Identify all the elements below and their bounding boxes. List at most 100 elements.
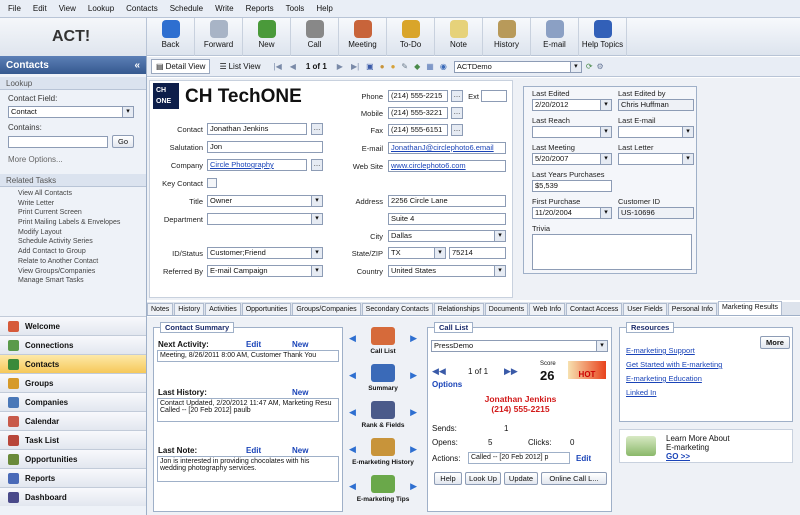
toolbar-meeting-button[interactable]: Meeting bbox=[339, 18, 387, 56]
nav-reports[interactable]: Reports bbox=[0, 468, 146, 487]
address-line1-field[interactable]: 2256 Circle Lane bbox=[388, 195, 506, 207]
menu-lookup[interactable]: Lookup bbox=[88, 4, 114, 13]
country-field[interactable]: United States bbox=[388, 265, 506, 277]
nav-next-icon[interactable]: ▶ bbox=[410, 407, 417, 418]
toolbar-help-topics-button[interactable]: Help Topics bbox=[579, 18, 627, 56]
actions-edit-link[interactable]: Edit bbox=[576, 454, 591, 463]
last-reach-field[interactable] bbox=[532, 126, 612, 138]
call-list-prev-icon[interactable]: ◀◀ bbox=[432, 366, 446, 377]
nav-opportunities[interactable]: Opportunities bbox=[0, 449, 146, 468]
menu-view[interactable]: View bbox=[59, 4, 76, 13]
menu-edit[interactable]: Edit bbox=[33, 4, 47, 13]
toolbar-e-mail-button[interactable]: E-mail bbox=[531, 18, 579, 56]
nav-welcome[interactable]: Welcome bbox=[0, 316, 146, 335]
save-icon[interactable]: ▣ bbox=[366, 62, 374, 71]
help-button[interactable]: Help bbox=[434, 472, 462, 485]
menu-help[interactable]: Help bbox=[316, 4, 332, 13]
fax-field[interactable]: (214) 555-6151 bbox=[388, 124, 448, 136]
toolbar-note-button[interactable]: Note bbox=[435, 18, 483, 56]
nav-dashboard[interactable]: Dashboard bbox=[0, 487, 146, 506]
related-task-link[interactable]: Modify Layout bbox=[0, 228, 146, 238]
nav-groups[interactable]: Groups bbox=[0, 373, 146, 392]
menu-reports[interactable]: Reports bbox=[246, 4, 274, 13]
ext-field[interactable] bbox=[481, 90, 507, 102]
id-status-field[interactable]: Customer;Friend bbox=[207, 247, 323, 259]
last-email-field[interactable] bbox=[618, 126, 694, 138]
toolbar-forward-button[interactable]: Forward bbox=[195, 18, 243, 56]
city-field[interactable]: Dallas bbox=[388, 230, 506, 242]
nav-companies[interactable]: Companies bbox=[0, 392, 146, 411]
marketing-nav-e-marketing-tips[interactable]: ◀ ▶ E-marketing Tips bbox=[347, 473, 419, 508]
toolbar-back-button[interactable]: Back bbox=[147, 18, 195, 56]
nav-next-icon[interactable]: ▶ bbox=[410, 370, 417, 381]
related-task-link[interactable]: Manage Smart Tasks bbox=[0, 276, 146, 286]
web-icon[interactable]: ◉ bbox=[440, 62, 447, 71]
attach-icon[interactable]: ✎ bbox=[401, 62, 408, 71]
update-button[interactable]: Update bbox=[504, 472, 538, 485]
last-note-new-link[interactable]: New bbox=[292, 446, 308, 455]
referred-by-field[interactable]: E-mail Campaign bbox=[207, 265, 323, 277]
zip-field[interactable]: 75214 bbox=[449, 247, 506, 259]
tab-contact-access[interactable]: Contact Access bbox=[566, 303, 623, 315]
tab-relationships[interactable]: Relationships bbox=[433, 303, 484, 315]
key-contact-checkbox[interactable] bbox=[207, 178, 217, 188]
customer-id-field[interactable]: US-10696 bbox=[618, 207, 694, 219]
resources-more-button[interactable]: More bbox=[760, 336, 790, 349]
toolbar-call-button[interactable]: Call bbox=[291, 18, 339, 56]
marketing-nav-summary[interactable]: ◀ ▶ Summary bbox=[347, 362, 419, 397]
nav-prev-icon[interactable]: ◀ bbox=[349, 333, 356, 344]
tab-marketing-results[interactable]: Marketing Results bbox=[717, 301, 782, 315]
mobile-field[interactable]: (214) 555-3221 bbox=[388, 107, 448, 119]
tab-history[interactable]: History bbox=[174, 303, 205, 315]
last-note-value[interactable]: Jon is interested in providing chocolate… bbox=[157, 456, 339, 482]
more-options-link[interactable]: More Options... bbox=[0, 155, 146, 164]
menu-file[interactable]: File bbox=[8, 4, 21, 13]
resource-link[interactable]: E-marketing Support bbox=[626, 346, 722, 355]
online-call-list-button[interactable]: Online Call L... bbox=[541, 472, 607, 485]
emarketing-promo[interactable]: Learn More About E-marketing GO >> bbox=[619, 429, 793, 463]
resource-link[interactable]: Linked In bbox=[626, 388, 722, 397]
go-button[interactable]: Go bbox=[112, 135, 134, 148]
detail-view-button[interactable]: ▤ Detail View bbox=[151, 59, 211, 74]
marketing-nav-rank-fields[interactable]: ◀ ▶ Rank & Fields bbox=[347, 399, 419, 434]
menu-schedule[interactable]: Schedule bbox=[170, 4, 203, 13]
contains-input[interactable] bbox=[8, 136, 108, 148]
email-field[interactable]: JonathanJ@circlephoto6.email bbox=[388, 142, 506, 154]
toolbar-new-button[interactable]: New bbox=[243, 18, 291, 56]
tab-documents[interactable]: Documents bbox=[484, 303, 529, 315]
next-activity-edit-link[interactable]: Edit bbox=[246, 340, 261, 349]
nav-contacts[interactable]: Contacts bbox=[0, 354, 146, 373]
resource-link[interactable]: E-marketing Education bbox=[626, 374, 722, 383]
nav-prev-icon[interactable]: ◀ bbox=[349, 407, 356, 418]
related-task-link[interactable]: Relate to Another Contact bbox=[0, 257, 146, 267]
related-task-link[interactable]: Write Letter bbox=[0, 199, 146, 209]
last-history-new-link[interactable]: New bbox=[292, 388, 308, 397]
related-task-link[interactable]: View Groups/Companies bbox=[0, 267, 146, 277]
actions-value[interactable]: Called -- [20 Feb 2012] p bbox=[468, 452, 570, 464]
nav-connections[interactable]: Connections bbox=[0, 335, 146, 354]
nav-next-icon[interactable]: ▶ bbox=[410, 444, 417, 455]
nav-prev-icon[interactable]: ◀ bbox=[349, 370, 356, 381]
first-purchase-field[interactable]: 11/20/2004 bbox=[532, 207, 612, 219]
toolbar-to-do-button[interactable]: To-Do bbox=[387, 18, 435, 56]
related-task-link[interactable]: Print Mailing Labels & Envelopes bbox=[0, 218, 146, 228]
nav-calendar[interactable]: Calendar bbox=[0, 411, 146, 430]
prev-record-icon[interactable]: ◀ bbox=[290, 62, 296, 71]
next-record-icon[interactable]: ▶ bbox=[337, 62, 343, 71]
list-view-button[interactable]: ☰ List View bbox=[214, 59, 265, 74]
tab-user-fields[interactable]: User Fields bbox=[623, 303, 667, 315]
contact-field-select[interactable]: Contact bbox=[8, 106, 134, 118]
website-field[interactable]: www.circlephoto6.com bbox=[388, 160, 506, 172]
company-lookup-button[interactable]: … bbox=[311, 159, 323, 171]
last-years-purchases-field[interactable]: $5,539 bbox=[532, 180, 612, 192]
next-activity-value[interactable]: Meeting, 8/26/2011 8:00 AM, Customer Tha… bbox=[157, 350, 339, 362]
related-task-link[interactable]: Add Contact to Group bbox=[0, 247, 146, 257]
related-task-link[interactable]: View All Contacts bbox=[0, 189, 146, 199]
marketing-nav-e-marketing-history[interactable]: ◀ ▶ E-marketing History bbox=[347, 436, 419, 471]
last-letter-field[interactable] bbox=[618, 153, 694, 165]
menu-tools[interactable]: Tools bbox=[286, 4, 305, 13]
tab-notes[interactable]: Notes bbox=[147, 303, 174, 315]
nav-prev-icon[interactable]: ◀ bbox=[349, 481, 356, 492]
last-edited-field[interactable]: 2/20/2012 bbox=[532, 99, 612, 111]
promo-go-link[interactable]: GO >> bbox=[666, 452, 690, 461]
